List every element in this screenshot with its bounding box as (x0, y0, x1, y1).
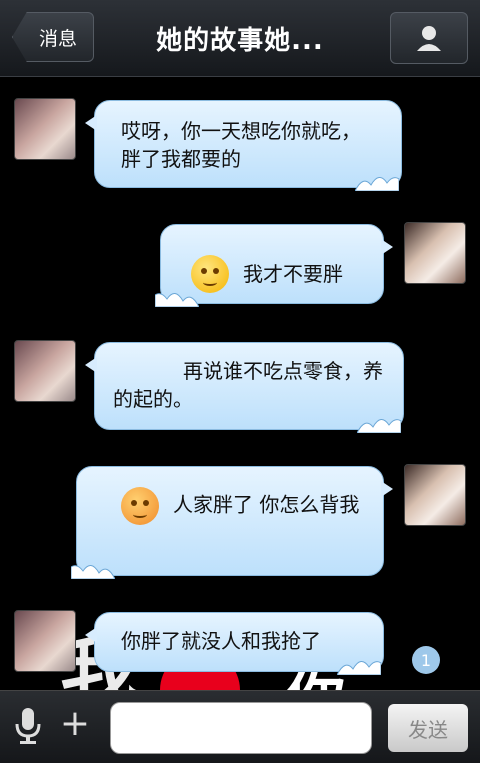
message-text: 你胖了就没人和我抢了 (121, 629, 321, 653)
message-text: 人家胖了 你怎么背我 (173, 492, 360, 517)
wave-decoration (155, 293, 199, 307)
plus-icon[interactable]: + (58, 704, 92, 744)
contact-avatar[interactable] (14, 98, 76, 160)
my-avatar[interactable] (404, 222, 466, 284)
profile-button[interactable] (390, 12, 468, 64)
wave-decoration (357, 419, 401, 433)
message-text: 我才不要胖 (243, 262, 343, 286)
message-bubble[interactable]: 人家胖了 你怎么背我 (71, 466, 393, 579)
contact-avatar[interactable] (14, 340, 76, 402)
person-icon (417, 26, 441, 51)
send-button-label: 发送 (408, 717, 448, 742)
message-bubble[interactable]: 哎呀，你一天想吃你就吃，胖了我都要的 (85, 100, 402, 191)
message-input[interactable] (110, 702, 372, 754)
chat-title: 她的故事她... (156, 26, 324, 56)
wave-decoration (337, 661, 381, 675)
wave-decoration (71, 565, 115, 579)
blushing-face-icon (121, 487, 159, 525)
wave-decoration (355, 177, 399, 191)
back-button-label: 消息 (38, 27, 77, 50)
message-text: 哎呀，你一天想吃你就吃，胖了我都要的 (121, 119, 361, 171)
message-bubble[interactable]: 我才不要胖 (155, 224, 393, 307)
back-button[interactable]: 消息 (12, 12, 94, 62)
unread-badge[interactable]: 1 (412, 646, 440, 674)
top-bar: 消息 她的故事她... (0, 0, 480, 77)
contact-avatar[interactable] (14, 610, 76, 672)
microphone-icon[interactable] (14, 706, 42, 746)
my-avatar[interactable] (404, 464, 466, 526)
message-bubble[interactable]: 再说谁不吃点零食，养的起的。 (85, 342, 404, 433)
send-button[interactable]: 发送 (388, 704, 468, 752)
message-text: 再说谁不吃点零食，养的起的。 (113, 359, 383, 411)
message-bubble[interactable]: 你胖了就没人和我抢了 (85, 612, 384, 675)
